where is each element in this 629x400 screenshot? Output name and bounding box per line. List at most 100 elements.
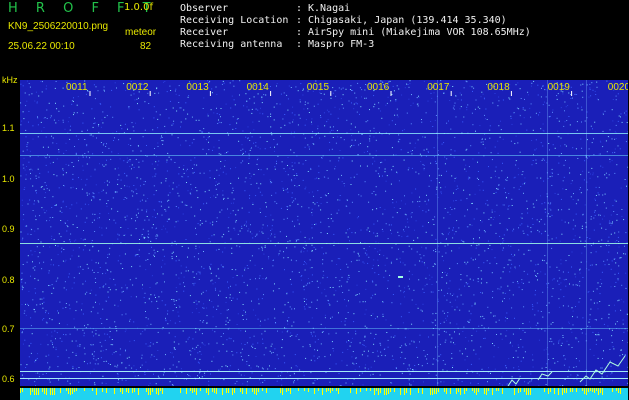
vertical-streak xyxy=(547,80,548,386)
bar-mark xyxy=(418,388,419,393)
x-tick-label: 0014 xyxy=(247,82,270,93)
bar-mark xyxy=(586,388,587,395)
bar-mark xyxy=(430,388,431,395)
bar-mark xyxy=(246,388,247,394)
spectrogram: 0011 0012 0013 0014 0015 0016 0017 0018 0019 0020 xyxy=(20,80,628,386)
bar-mark xyxy=(146,388,147,392)
bar-mark xyxy=(304,388,305,391)
bar-mark xyxy=(478,388,479,392)
bar-mark xyxy=(44,388,45,394)
bar-mark xyxy=(386,388,387,395)
bar-mark xyxy=(404,388,405,395)
bar-mark xyxy=(356,388,357,394)
carrier-line xyxy=(20,133,628,134)
location-label: Receiving Location xyxy=(180,15,289,26)
bar-mark xyxy=(50,388,51,395)
bottom-bar-marks xyxy=(20,388,621,395)
bar-mark xyxy=(432,388,433,395)
bar-mark xyxy=(326,388,327,392)
bar-mark xyxy=(152,388,153,392)
bar-mark xyxy=(102,388,103,392)
bar-mark xyxy=(254,388,255,394)
bar-mark xyxy=(32,388,33,392)
bar-mark xyxy=(488,388,489,391)
carrier-line xyxy=(20,371,628,372)
bar-mark xyxy=(330,388,331,393)
bar-mark xyxy=(258,388,259,392)
bar-mark xyxy=(240,388,241,392)
bar-mark xyxy=(466,388,467,391)
bar-mark xyxy=(60,388,61,393)
bar-mark xyxy=(160,388,161,391)
bar-mark xyxy=(458,388,459,392)
bar-mark xyxy=(52,388,53,395)
bar-mark xyxy=(476,388,477,395)
location-value: Chigasaki, Japan (139.414 35.340) xyxy=(308,15,507,26)
bar-mark xyxy=(106,388,107,393)
bar-mark xyxy=(242,388,243,394)
y-tick-label: 1.0 xyxy=(2,174,15,184)
bar-mark xyxy=(514,388,515,395)
spectrogram-background xyxy=(20,80,628,386)
bar-mark xyxy=(186,388,187,394)
bar-mark xyxy=(544,388,545,392)
bar-mark xyxy=(70,388,71,395)
bar-mark xyxy=(438,388,439,392)
receiver-separator: : xyxy=(296,27,303,38)
vertical-streak xyxy=(586,80,587,386)
bar-mark xyxy=(360,388,361,392)
bar-mark xyxy=(194,388,195,392)
x-tick-label: 0018 xyxy=(487,82,510,93)
bar-mark xyxy=(584,388,585,394)
bar-mark xyxy=(594,388,595,393)
bar-mark xyxy=(138,388,139,395)
y-tick-label: 0.7 xyxy=(2,324,15,334)
bar-mark xyxy=(96,388,97,395)
meteor-echo xyxy=(398,276,403,278)
bar-mark xyxy=(558,388,559,395)
y-tick-label: 1.1 xyxy=(2,123,15,133)
bar-mark xyxy=(286,388,287,392)
bar-mark xyxy=(328,388,329,391)
bar-mark xyxy=(474,388,475,393)
bar-mark xyxy=(314,388,315,394)
bar-mark xyxy=(394,388,395,392)
bar-mark xyxy=(252,388,253,392)
bar-mark xyxy=(616,388,617,391)
bar-mark xyxy=(378,388,379,395)
bottom-status-bar xyxy=(20,388,628,400)
bar-mark xyxy=(318,388,319,391)
bar-mark xyxy=(190,388,191,391)
bar-mark xyxy=(290,388,291,394)
bar-mark xyxy=(180,388,181,393)
bar-mark xyxy=(288,388,289,391)
x-tick-label: 0017 xyxy=(427,82,450,93)
bar-mark xyxy=(596,388,597,391)
bar-mark xyxy=(502,388,503,394)
bar-mark xyxy=(232,388,233,395)
bar-mark xyxy=(148,388,149,395)
bar-mark xyxy=(400,388,401,395)
bar-mark xyxy=(30,388,31,395)
bar-mark xyxy=(46,388,47,395)
bar-mark xyxy=(66,388,67,391)
bar-mark xyxy=(22,388,23,392)
bar-mark xyxy=(206,388,207,393)
bar-mark xyxy=(570,388,571,392)
carrier-line xyxy=(20,155,628,156)
bar-mark xyxy=(366,388,367,391)
bar-mark xyxy=(564,388,565,393)
bar-mark xyxy=(256,388,257,395)
bar-mark xyxy=(234,388,235,393)
bar-mark xyxy=(192,388,193,393)
bar-mark xyxy=(592,388,593,392)
bar-mark xyxy=(410,388,411,395)
bar-mark xyxy=(74,388,75,392)
bar-mark xyxy=(332,388,333,391)
carrier-line xyxy=(20,243,628,244)
bar-mark xyxy=(460,388,461,395)
bar-mark xyxy=(20,388,21,393)
bar-mark xyxy=(384,388,385,395)
mode-label: meteor xyxy=(125,27,157,38)
bar-mark xyxy=(222,388,223,395)
